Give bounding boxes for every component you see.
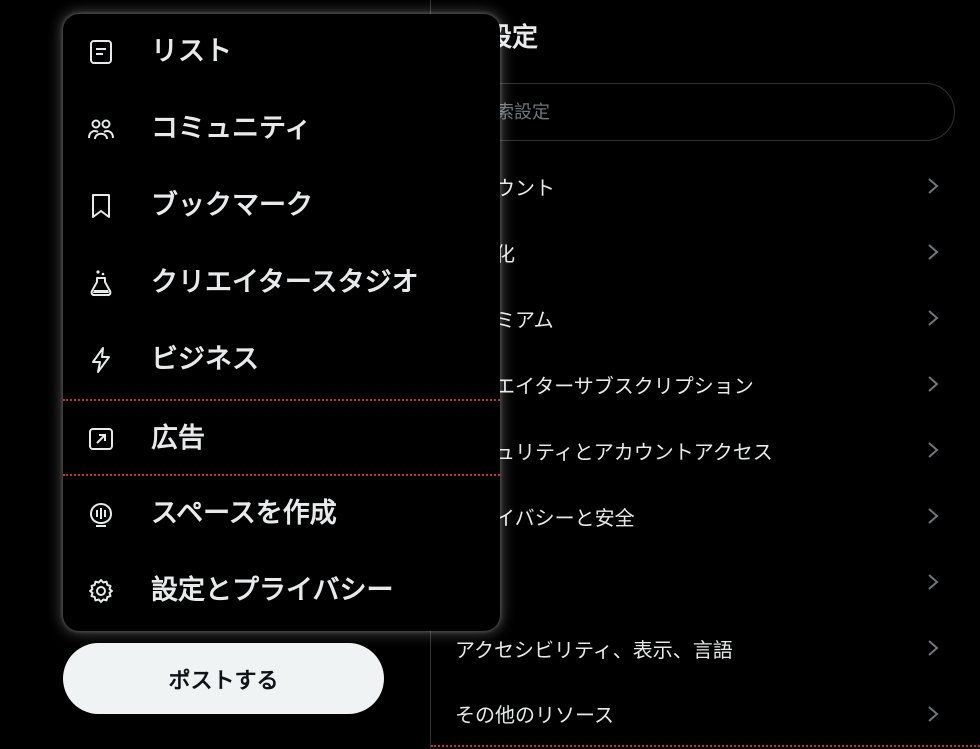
menu-item-label: 設定とプライバシー: [151, 575, 394, 606]
post-button[interactable]: ポストする: [63, 643, 384, 714]
settings-item-resources[interactable]: その他のリソース: [431, 681, 980, 747]
menu-item-create-space[interactable]: スペースを作成: [63, 476, 500, 553]
page: 設定 アカウント 収益化 プレミアム クリエイターサブスクリプション セキ: [0, 0, 980, 749]
menu-item-business[interactable]: ビジネス: [63, 322, 500, 399]
settings-item-accessibility[interactable]: アクセシビリティ、表示、言語: [431, 615, 980, 681]
list-icon: [87, 38, 115, 66]
settings-item-label: アクセシビリティ、表示、言語: [455, 637, 733, 662]
bookmark-icon: [87, 192, 115, 220]
menu-item-bookmarks[interactable]: ブックマーク: [63, 168, 500, 245]
settings-item-privacy[interactable]: プライバシーと安全: [431, 483, 980, 549]
settings-search-box[interactable]: [445, 83, 955, 141]
settings-panel: 設定 アカウント 収益化 プレミアム クリエイターサブスクリプション セキ: [430, 0, 980, 749]
chevron-right-icon: [928, 508, 939, 524]
menu-item-label: コミュニティ: [151, 113, 312, 144]
menu-item-label: スペースを作成: [151, 498, 337, 529]
menu-item-communities[interactable]: コミュニティ: [63, 91, 500, 168]
more-menu: リスト コミュニティ ブックマーク クリエイタースタジオ ビジネス 広告 スペー…: [63, 14, 500, 631]
chevron-right-icon: [928, 574, 939, 590]
chevron-right-icon: [928, 376, 939, 392]
chevron-right-icon: [928, 310, 939, 326]
menu-item-label: ビジネス: [151, 344, 259, 375]
chevron-right-icon: [928, 640, 939, 656]
chevron-right-icon: [928, 706, 939, 722]
menu-item-ads[interactable]: 広告: [63, 399, 500, 476]
arrow-box-icon: [87, 425, 115, 453]
settings-item-creator-subscriptions[interactable]: クリエイターサブスクリプション: [431, 351, 980, 417]
settings-search-input[interactable]: [476, 100, 954, 124]
flask-icon: [87, 269, 115, 297]
communities-icon: [87, 115, 115, 143]
menu-item-settings-privacy[interactable]: 設定とプライバシー: [63, 553, 500, 630]
chevron-right-icon: [928, 178, 939, 194]
gear-icon: [87, 577, 115, 605]
settings-item-premium[interactable]: プレミアム: [431, 285, 980, 351]
settings-item-monetization[interactable]: 収益化: [431, 219, 980, 285]
settings-list: アカウント 収益化 プレミアム クリエイターサブスクリプション セキュリティとア…: [431, 153, 980, 747]
menu-item-creator-studio[interactable]: クリエイタースタジオ: [63, 245, 500, 322]
chevron-right-icon: [928, 442, 939, 458]
menu-item-label: リスト: [151, 36, 232, 67]
menu-item-label: ブックマーク: [151, 190, 313, 221]
lightning-icon: [87, 346, 115, 374]
settings-item-account[interactable]: アカウント: [431, 153, 980, 219]
settings-item-label: セキュリティとアカウントアクセス: [455, 439, 773, 464]
menu-item-lists[interactable]: リスト: [63, 14, 500, 91]
chevron-right-icon: [928, 244, 939, 260]
settings-item-notifications[interactable]: 通知: [431, 549, 980, 615]
menu-item-label: クリエイタースタジオ: [151, 267, 419, 298]
microphone-icon: [87, 500, 115, 528]
settings-item-label: その他のリソース: [455, 702, 614, 727]
settings-item-security[interactable]: セキュリティとアカウントアクセス: [431, 417, 980, 483]
menu-item-label: 広告: [151, 423, 205, 454]
